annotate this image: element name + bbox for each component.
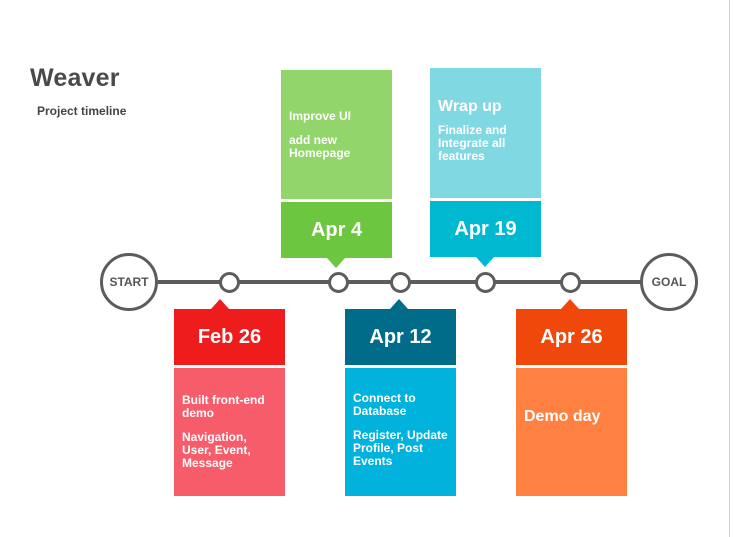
milestone-heading: Wrap up [438,98,502,115]
pointer-feb26 [211,299,229,309]
milestone-text: Built front-end demo [182,393,265,420]
timeline-node-apr26 [560,272,581,293]
milestone-date-apr12: Apr 12 [345,309,456,365]
page-edge-divider [729,0,730,537]
milestone-body-apr4: Improve UI add new Homepage [281,70,392,199]
milestone-text: Connect to Database [353,391,416,418]
milestone-text: Finalize and Integrate all features [438,123,507,163]
milestone-text: Register, Update Profile, Post Events [353,428,448,468]
milestone-body-apr19: Wrap up Finalize and Integrate all featu… [430,68,541,198]
timeline-node-apr4 [328,272,349,293]
pointer-apr26 [561,299,579,309]
timeline-node-apr19 [475,272,496,293]
page-subtitle: Project timeline [37,104,127,118]
timeline-start-node: START [100,253,158,311]
pointer-apr4 [327,258,345,268]
milestone-text: Navigation, User, Event, Message [182,430,251,470]
milestone-body-apr12: Connect to Database Register, Update Pro… [345,368,456,496]
milestone-body-feb26: Built front-end demo Navigation, User, E… [174,368,285,496]
milestone-date-feb26: Feb 26 [174,309,285,365]
milestone-text: Demo day [524,408,601,425]
page-title: Weaver [30,64,120,92]
milestone-text: Improve UI [289,109,352,123]
milestone-body-apr26: Demo day [516,368,627,496]
pointer-apr12 [390,299,408,309]
milestone-date-apr4: Apr 4 [281,202,392,258]
milestone-date-apr19: Apr 19 [430,201,541,257]
milestone-text: add new Homepage [289,133,351,160]
milestone-date-apr26: Apr 26 [516,309,627,365]
timeline-node-apr12 [390,272,411,293]
timeline-node-feb26 [219,272,240,293]
pointer-apr19 [476,257,494,267]
timeline-goal-node: GOAL [640,253,698,311]
